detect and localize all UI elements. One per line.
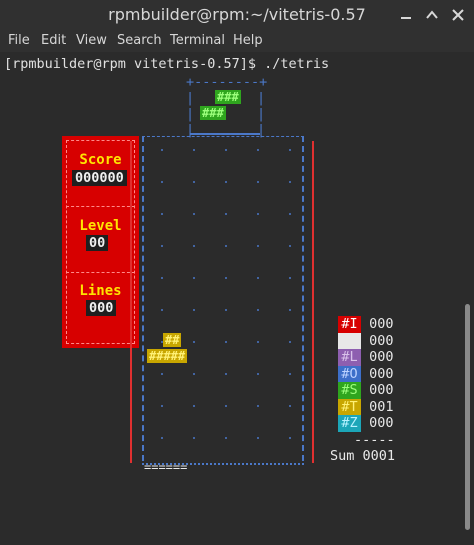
next-piece-top: ### xyxy=(215,90,241,104)
menu-terminal[interactable]: Terminal xyxy=(170,33,225,48)
stat-row-t: #T 001 xyxy=(338,398,403,415)
stats-sum-row: Sum 0001 xyxy=(330,448,395,465)
terminal-scrollbar[interactable] xyxy=(465,304,470,530)
next-piece-frame-right-2: | xyxy=(257,106,266,122)
menu-view[interactable]: View xyxy=(76,33,107,48)
current-piece-top: ## xyxy=(163,333,182,347)
next-piece-bottom: ### xyxy=(200,106,226,120)
piece-chip-z: #Z xyxy=(338,415,361,432)
close-icon[interactable] xyxy=(446,3,470,27)
piece-chip-t: #T xyxy=(338,398,361,415)
minimize-icon[interactable] xyxy=(394,3,418,27)
stats-panel-divider-2 xyxy=(66,272,135,273)
piece-chip-i: #I xyxy=(338,316,361,333)
stats-panel-border xyxy=(66,140,135,344)
stat-count-s: 000 xyxy=(369,382,394,398)
piece-chip-j: #J xyxy=(338,332,361,349)
next-piece-frame-top: +--------+ xyxy=(186,74,268,90)
stat-row-j: #J 000 xyxy=(338,332,403,349)
playfield-left-outer xyxy=(130,141,134,463)
menu-search[interactable]: Search xyxy=(117,33,162,48)
piece-statistics: #I 000 #J 000 #L 000 #O 000 #S 000 #T 00… xyxy=(330,316,403,465)
stat-row-s: #S 000 xyxy=(338,382,403,399)
next-piece-frame-left-2: | xyxy=(186,106,195,122)
stat-row-i: #I 000 xyxy=(338,316,403,333)
stats-divider: ----- xyxy=(354,431,395,448)
sum-value: 0001 xyxy=(362,448,396,464)
playfield-grid xyxy=(161,149,291,439)
piece-chip-o: #O xyxy=(338,365,361,382)
stat-count-t: 001 xyxy=(369,398,394,415)
stat-row-l: #L 000 xyxy=(338,349,403,366)
menu-edit[interactable]: Edit xyxy=(41,33,66,48)
menu-file[interactable]: File xyxy=(8,33,30,48)
menu-help[interactable]: Help xyxy=(233,33,263,48)
window-titlebar: rpmbuilder@rpm:~/vitetris-0.57 xyxy=(0,0,474,30)
stat-count-l: 000 xyxy=(369,349,394,365)
stats-panel-divider-1 xyxy=(66,206,135,207)
next-piece-frame-right: | xyxy=(257,90,266,106)
stat-row-o: #O 000 xyxy=(338,365,403,382)
maximize-icon[interactable] xyxy=(420,3,444,27)
piece-chip-s: #S xyxy=(338,382,361,399)
current-piece-bottom: ##### xyxy=(147,349,188,363)
next-piece-frame-left: | xyxy=(186,90,195,106)
stat-count-j: 000 xyxy=(369,332,394,349)
stat-count-o: 000 xyxy=(369,365,394,382)
sum-label: Sum xyxy=(330,448,355,464)
shell-prompt: [rpmbuilder@rpm vitetris-0.57]$ ./tetris xyxy=(4,56,330,72)
stat-count-i: 000 xyxy=(369,316,394,332)
piece-chip-l: #L xyxy=(338,349,361,366)
playfield-right-outer xyxy=(312,141,316,463)
next-piece-frame-base xyxy=(190,133,260,135)
stat-count-z: 000 xyxy=(369,415,394,431)
stat-row-z: #Z 000 xyxy=(338,415,403,432)
menu-bar: File Edit View Search Terminal Help xyxy=(0,30,474,52)
